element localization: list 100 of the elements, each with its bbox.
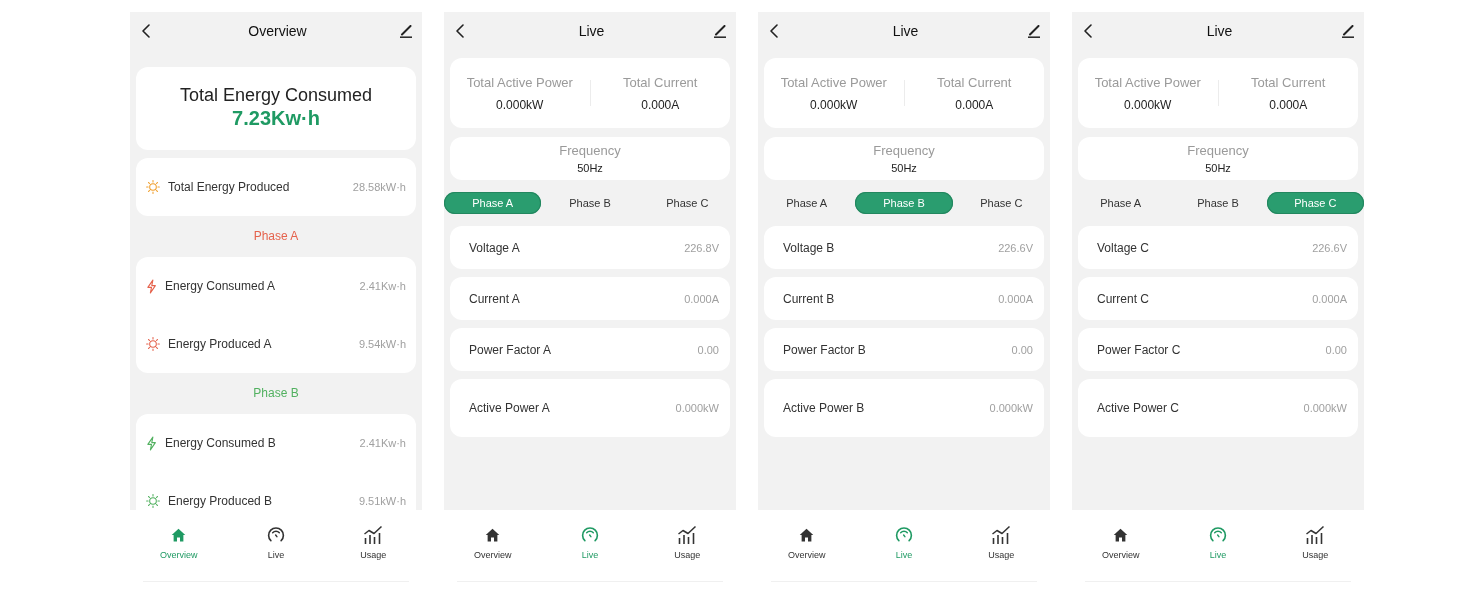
nav-tab[interactable]: Usage	[638, 510, 736, 566]
reading-value: 226.8V	[684, 241, 719, 254]
reading-label: Voltage A	[469, 240, 520, 255]
edit-button[interactable]	[1027, 24, 1041, 38]
metric-value: 0.000A	[640, 98, 681, 112]
back-button[interactable]	[770, 24, 778, 38]
sun-icon	[146, 337, 160, 351]
metric-value: 50Hz	[576, 162, 604, 175]
chevron-left-icon	[142, 24, 150, 38]
back-button[interactable]	[456, 24, 464, 38]
phase-title: Phase B	[252, 385, 300, 402]
stat-value: 9.54kW·h	[358, 338, 406, 350]
nav-tab[interactable]: Overview	[758, 510, 856, 566]
stat-value: 9.51kW·h	[358, 495, 406, 507]
stat-label: Energy Produced A	[168, 337, 273, 351]
lightning-icon	[146, 435, 157, 451]
stat-label: Energy Produced B	[168, 494, 274, 508]
metric-value: 50Hz	[1204, 162, 1232, 175]
stat-value: 2.41Kw·h	[359, 437, 406, 449]
reading-label: Active Power B	[783, 401, 865, 415]
reading-value: 0.00	[1325, 343, 1347, 356]
nav-tab[interactable]: Live	[855, 510, 953, 566]
total-label: Total Energy Consumed	[178, 84, 374, 106]
chart-icon	[991, 525, 1012, 545]
reading-value: 0.000kW	[989, 402, 1033, 414]
screen-title: Overview	[247, 23, 308, 39]
reading-label: Power Factor B	[783, 342, 866, 357]
reading-value: 226.6V	[1312, 241, 1347, 254]
chart-icon	[1305, 525, 1326, 545]
reading-value: 0.000kW	[675, 402, 719, 414]
reading-value: 0.000kW	[1303, 402, 1347, 414]
metric-label: Total Active Power	[1093, 75, 1202, 91]
chart-icon	[677, 525, 698, 545]
nav-tab[interactable]: Live	[227, 510, 325, 566]
reading-label: Active Power C	[1097, 401, 1180, 415]
phase-title: Phase A	[252, 228, 300, 245]
reading-label: Active Power A	[469, 401, 550, 415]
metric-label: Frequency	[1186, 143, 1250, 159]
metric-label: Total Current	[622, 75, 699, 91]
total-value: 7.23Kw·h	[231, 106, 321, 130]
stat-value: 28.58kW·h	[352, 181, 406, 193]
metric-label: Total Current	[936, 75, 1013, 91]
nav-tab[interactable]: Live	[541, 510, 639, 566]
stat-label: Total Energy Produced	[168, 180, 291, 194]
chevron-left-icon	[1084, 24, 1092, 38]
metric-value: 0.000kW	[809, 98, 859, 112]
nav-tab[interactable]: Live	[1169, 510, 1267, 566]
screen-title: Live	[577, 23, 606, 39]
reading-label: Power Factor A	[469, 342, 552, 357]
stat-label: Energy Consumed A	[165, 279, 277, 293]
reading-value: 0.00	[1011, 343, 1033, 356]
chevron-left-icon	[770, 24, 778, 38]
phase-tab[interactable]: Phase B	[1169, 192, 1267, 214]
back-button[interactable]	[142, 24, 150, 38]
nav-tab[interactable]: Overview	[1072, 510, 1170, 566]
back-button[interactable]	[1084, 24, 1092, 38]
reading-label: Current A	[469, 291, 520, 306]
pencil-icon	[1027, 24, 1041, 38]
phase-tab[interactable]: Phase A	[1072, 192, 1170, 214]
metric-label: Total Current	[1250, 75, 1327, 91]
reading-value: 0.000A	[998, 292, 1033, 305]
nav-tab[interactable]: Overview	[130, 510, 228, 566]
pencil-icon	[399, 24, 413, 38]
pencil-icon	[1341, 24, 1355, 38]
phase-tab[interactable]: Phase C	[638, 192, 736, 214]
metric-label: Total Active Power	[779, 75, 888, 91]
metric-label: Frequency	[558, 143, 622, 159]
nav-tab[interactable]: Usage	[324, 510, 422, 566]
lightning-icon	[146, 278, 157, 294]
nav-tab[interactable]: Overview	[444, 510, 542, 566]
chart-icon	[363, 525, 384, 545]
edit-button[interactable]	[1341, 24, 1355, 38]
stat-value: 2.41Kw·h	[359, 280, 406, 292]
metric-label: Frequency	[872, 143, 936, 159]
metric-value: 0.000A	[954, 98, 995, 112]
reading-label: Voltage C	[1097, 240, 1150, 255]
metric-value: 0.000A	[1268, 98, 1309, 112]
edit-button[interactable]	[399, 24, 413, 38]
reading-value: 0.00	[697, 343, 719, 356]
phase-tab[interactable]: Phase A	[758, 192, 856, 214]
chevron-left-icon	[456, 24, 464, 38]
stat-label: Energy Consumed B	[165, 436, 277, 450]
sun-icon	[146, 180, 160, 194]
nav-tab[interactable]: Usage	[1266, 510, 1364, 566]
edit-button[interactable]	[713, 24, 727, 38]
reading-label: Current B	[783, 291, 835, 306]
screen-title: Live	[891, 23, 920, 39]
metric-value: 0.000kW	[1123, 98, 1173, 112]
metric-value: 50Hz	[890, 162, 918, 175]
reading-label: Power Factor C	[1097, 342, 1181, 357]
reading-value: 226.6V	[998, 241, 1033, 254]
metric-label: Total Active Power	[465, 75, 574, 91]
nav-tab[interactable]: Usage	[952, 510, 1050, 566]
sun-icon	[146, 494, 160, 508]
reading-value: 0.000A	[684, 292, 719, 305]
pencil-icon	[713, 24, 727, 38]
reading-label: Voltage B	[783, 240, 835, 255]
phase-tab[interactable]: Phase B	[541, 192, 639, 214]
phase-tab[interactable]: Phase C	[952, 192, 1050, 214]
metric-value: 0.000kW	[495, 98, 545, 112]
